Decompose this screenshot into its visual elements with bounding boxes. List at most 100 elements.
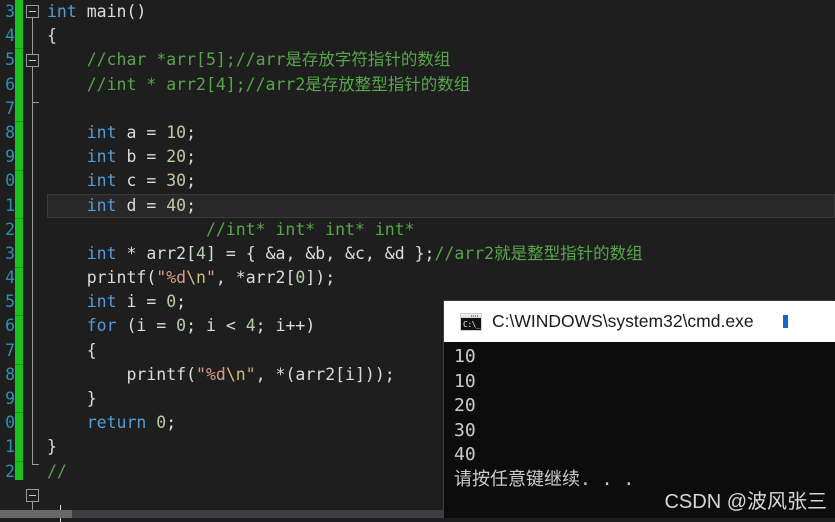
token-num: 4 — [245, 316, 256, 336]
line-number: 2 — [5, 219, 15, 239]
token-brc: { — [47, 26, 57, 46]
token-pun — [47, 365, 126, 384]
token-cm: //int* int* int* int* — [47, 219, 415, 239]
token-kw: int — [86, 171, 117, 191]
token-str: "%d — [156, 268, 187, 288]
console-output-line: 30 — [454, 419, 476, 441]
token-kw: int — [86, 243, 117, 263]
token-kw: int — [86, 122, 117, 142]
line-number: 5 — [5, 292, 15, 312]
console-output-line: 40 — [454, 444, 476, 466]
token-fn: printf — [86, 268, 147, 288]
token-pun — [47, 292, 87, 311]
line-number: 8 — [5, 122, 15, 142]
token-pun: * arr2[ — [116, 243, 197, 263]
token-str: " — [245, 364, 256, 384]
token-pun — [47, 244, 87, 263]
code-line-text: int a = 10; — [47, 121, 835, 145]
console-title-bar[interactable]: C:\_ C:\WINDOWS\system32\cmd.exe — [444, 301, 835, 342]
token-num: 0 — [176, 316, 187, 336]
code-line-text: //char *arr[5];//arr是存放字符指针的数组 — [47, 48, 835, 72]
line-number: 5 — [5, 50, 15, 70]
code-line[interactable]: 3 int * arr2[4] = { &a, &b, &c, &d };//a… — [0, 242, 835, 266]
code-line[interactable]: 4 printf("%d\n", *arr2[0]); — [0, 266, 835, 290]
line-number: 4 — [5, 26, 15, 46]
cmd-icon-prompt-label: C:\_ — [463, 319, 481, 329]
token-str: "%d — [196, 364, 226, 384]
token-str: " — [205, 268, 216, 288]
code-line[interactable]: 6 //int * arr2[4];//arr2是存放整型指针的数组 — [0, 73, 835, 97]
token-num: 10 — [166, 122, 187, 142]
token-kw: return — [86, 413, 147, 433]
line-number: 6 — [5, 74, 15, 94]
console-text-caret — [783, 315, 788, 328]
code-line[interactable]: 0 int c = 30; — [0, 169, 835, 193]
code-line-text: int * arr2[4] = { &a, &b, &c, &d };//arr… — [47, 242, 835, 266]
console-output-line: 10 — [454, 346, 476, 367]
token-kw: int — [86, 292, 117, 312]
token-cm: //arr2就是整型指针的数组 — [434, 243, 643, 263]
line-number: 7 — [5, 98, 15, 118]
token-pun: c = — [116, 171, 167, 191]
code-line-text: int main() — [47, 0, 835, 24]
token-pun — [47, 316, 87, 335]
token-brc: { — [47, 340, 97, 360]
token-pun — [47, 413, 87, 432]
token-pun: ; — [186, 147, 197, 167]
code-line[interactable]: 2 //int* int* int* int* — [0, 218, 835, 242]
line-number: 0 — [5, 413, 15, 433]
code-line-text: //int* int* int* int* — [47, 218, 835, 242]
horizontal-scrollbar-thumb[interactable] — [0, 510, 72, 518]
token-pun: i = — [116, 292, 167, 312]
code-line-text: int b = 20; — [47, 145, 835, 169]
token-pun: ; — [176, 292, 187, 312]
token-pun: ]); — [305, 268, 336, 288]
line-number: 9 — [5, 389, 15, 408]
code-line[interactable]: 3 int main() — [0, 0, 835, 24]
token-pun — [47, 196, 87, 215]
token-pun: ( — [186, 364, 197, 384]
token-pun: main() — [76, 2, 147, 21]
console-title-text: C:\WINDOWS\system32\cmd.exe — [492, 311, 754, 331]
token-esc: \n — [186, 268, 206, 288]
line-number: 8 — [5, 364, 15, 384]
code-line[interactable]: 5 //char *arr[5];//arr是存放字符指针的数组 — [0, 48, 835, 72]
code-line[interactable]: 8 int a = 10; — [0, 121, 835, 145]
line-number: 9 — [5, 147, 15, 167]
cmd-console-window[interactable]: C:\_ C:\WINDOWS\system32\cmd.exe 10 10 20 3… — [444, 301, 835, 518]
code-line[interactable]: 4{ — [0, 24, 835, 48]
token-pun — [47, 268, 87, 287]
token-cm: // — [47, 461, 67, 481]
line-number: 0 — [5, 171, 15, 191]
token-pun: d = — [116, 195, 167, 215]
token-brc: } — [47, 389, 97, 408]
line-number: 2 — [5, 461, 15, 481]
token-fn: printf — [126, 364, 187, 384]
token-num: 0 — [295, 268, 306, 288]
line-number: 1 — [5, 195, 15, 215]
token-pun: ; i++) — [255, 316, 316, 336]
token-esc: \n — [225, 364, 246, 384]
token-pun: , *(arr2[i])); — [255, 364, 395, 384]
token-pun: ] = { &a, &b, &c, &d }; — [205, 243, 435, 263]
line-number: 7 — [5, 340, 15, 360]
code-line[interactable]: 1 int d = 40; — [0, 193, 835, 218]
token-pun: ; — [186, 122, 197, 142]
code-line[interactable]: 9 int b = 20; — [0, 145, 835, 169]
token-pun: a = — [116, 122, 167, 142]
line-number: 3 — [5, 243, 15, 263]
line-number: 4 — [5, 268, 15, 288]
line-number: 6 — [5, 316, 15, 336]
code-line[interactable]: 7 — [0, 97, 835, 121]
token-pun — [47, 123, 87, 142]
console-output-line: 20 — [454, 395, 476, 417]
token-cm: //char *arr[5];//arr是存放字符指针的数组 — [47, 50, 451, 70]
cmd-console-icon: C:\_ — [460, 312, 482, 331]
code-line-text: //int * arr2[4];//arr2是存放整型指针的数组 — [47, 73, 835, 97]
code-line-text: int c = 30; — [47, 169, 835, 193]
token-pun: ( — [146, 268, 157, 288]
token-num: 30 — [166, 171, 187, 191]
token-kw: int — [86, 195, 117, 215]
token-pun — [47, 147, 87, 166]
